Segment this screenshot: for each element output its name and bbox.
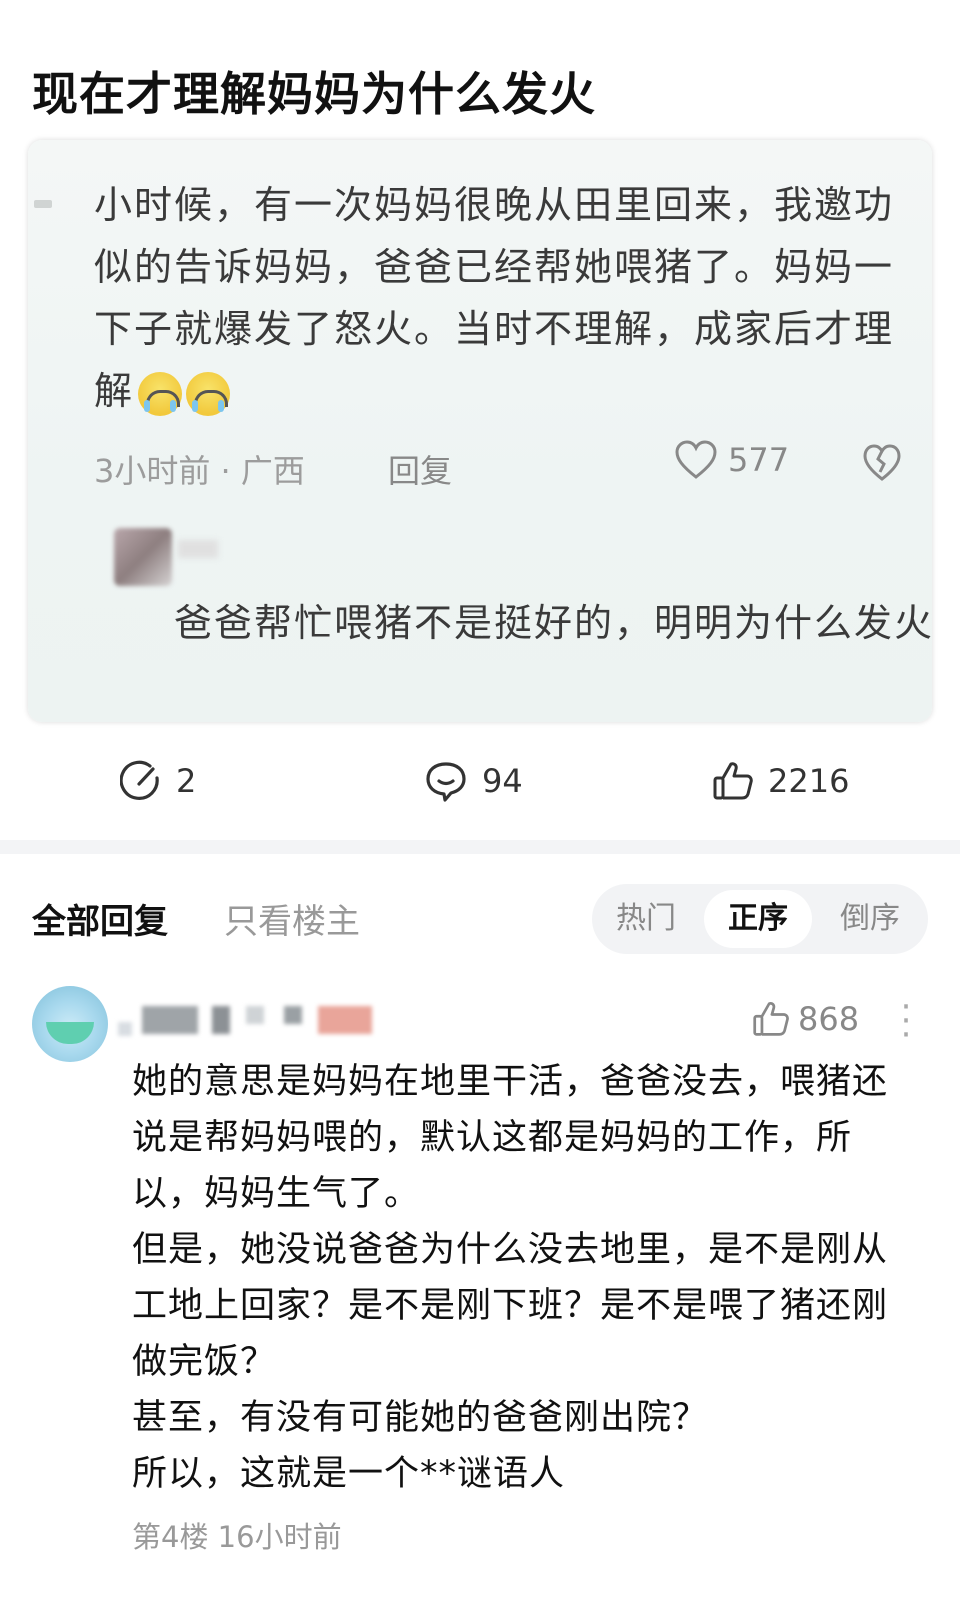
blurred-avatar — [114, 528, 172, 586]
comment-paragraph: 她的意思是妈妈在地里干活，爸爸没去，喂猪还说是帮妈妈喂的，默认这都是妈妈的工作，… — [132, 1062, 889, 1214]
post-title: 现在才理解妈妈为什么发火 — [32, 67, 596, 121]
comment-floor: 第4楼 — [132, 1520, 209, 1554]
reply-filter-tabs: 全部回复 只看楼主 — [32, 894, 360, 943]
embedded-screenshot: 小时候，有一次妈妈很晚从田里回来，我邀功似的告诉妈妈，爸爸已经帮她喂猪了。妈妈一… — [28, 140, 932, 722]
blurred-username — [284, 1006, 302, 1024]
comment-button[interactable]: 94 — [424, 760, 523, 802]
comment-body: 她的意思是妈妈在地里干活，爸爸没去，喂猪还说是帮妈妈喂的，默认这都是妈妈的工作，… — [132, 1054, 922, 1502]
comment-time: 16小时前 — [217, 1520, 342, 1554]
blurred-username — [246, 1006, 264, 1024]
comment-like-button[interactable]: 868 — [752, 1000, 859, 1038]
blurred-badge — [318, 1006, 372, 1034]
original-comment-text: 小时候，有一次妈妈很晚从田里回来，我邀功似的告诉妈妈，爸爸已经帮她喂猪了。妈妈一… — [94, 174, 924, 422]
original-time-location: 3小时前 · 广西 — [94, 452, 305, 490]
crying-emoji-icon — [138, 371, 183, 416]
comment-paragraph: 但是，她没说爸爸为什么没去地里，是不是刚从工地上回家？是不是刚下班？是不是喂了猪… — [132, 1230, 889, 1382]
like-count: 2216 — [768, 762, 850, 800]
sort-toggle: 热门 正序 倒序 — [592, 884, 928, 954]
comment-count: 94 — [482, 762, 523, 800]
share-icon — [120, 760, 159, 800]
tab-op-only[interactable]: 只看楼主 — [224, 894, 360, 943]
original-reply-label: 回复 — [388, 452, 453, 490]
like-button[interactable]: 2216 — [712, 760, 849, 802]
blurred-username — [142, 1006, 198, 1034]
blurred-username — [178, 540, 218, 558]
comment-paragraph: 甚至，有没有可能她的爸爸刚出院？ — [132, 1398, 709, 1438]
avatar[interactable] — [32, 986, 108, 1062]
comment-like-count: 868 — [798, 1000, 860, 1038]
sort-ascending[interactable]: 正序 — [704, 890, 812, 948]
tab-all-replies[interactable]: 全部回复 — [32, 902, 168, 942]
comment-paragraph: 所以，这就是一个**谜语人 — [132, 1454, 566, 1494]
thumbs-up-icon — [713, 762, 753, 800]
card-mark — [34, 200, 52, 208]
section-divider — [0, 840, 960, 854]
dislike-heart-icon — [862, 444, 902, 490]
comment-meta: 第4楼 16小时前 — [132, 1514, 342, 1556]
comment-icon — [426, 762, 466, 802]
thumbs-up-icon — [753, 1002, 789, 1036]
original-reply-text: 爸爸帮忙喂猪不是挺好的，明明为什么发火 — [174, 601, 932, 645]
sort-hot[interactable]: 热门 — [592, 884, 700, 954]
share-count: 2 — [176, 762, 197, 800]
blurred-username — [212, 1006, 230, 1034]
heart-icon — [675, 440, 717, 479]
post-action-bar: 2 94 2216 — [0, 748, 960, 820]
more-icon[interactable]: · · · — [896, 990, 916, 1052]
original-comment-meta: 3小时前 · 广西 回复 577 — [94, 440, 924, 490]
crying-emoji-icon — [186, 371, 231, 416]
sort-descending[interactable]: 倒序 — [816, 884, 924, 954]
original-like-count: 577 — [728, 441, 790, 479]
blurred-username — [118, 1022, 132, 1036]
original-likes: 577 — [674, 440, 789, 480]
share-button[interactable]: 2 — [120, 760, 196, 802]
